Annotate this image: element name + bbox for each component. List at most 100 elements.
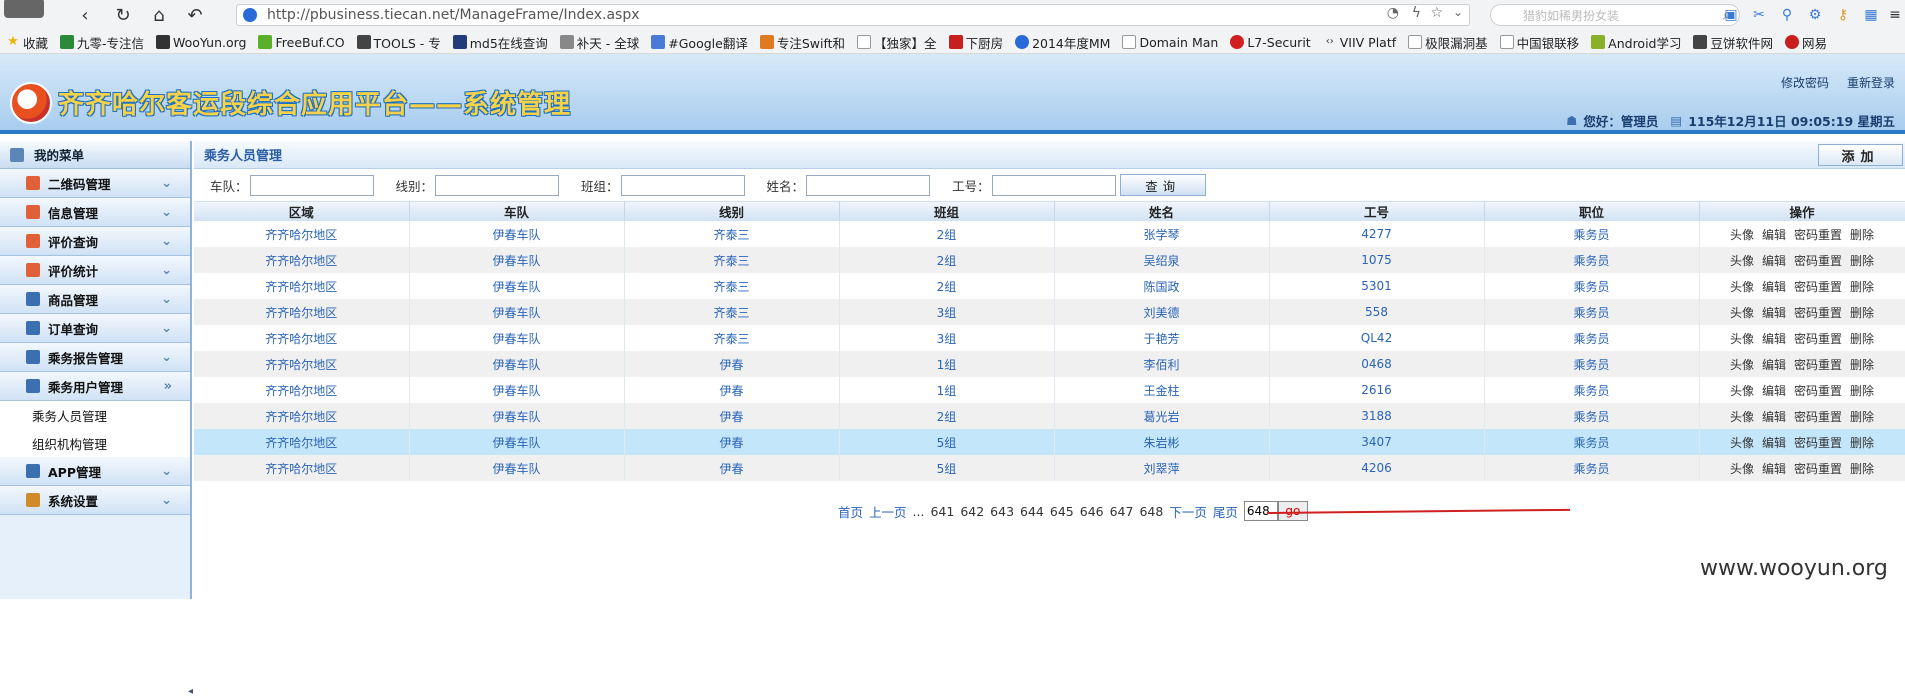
bookmark-item[interactable]: 中国银联移 <box>1499 33 1579 52</box>
page-link[interactable]: 644 <box>1020 504 1044 519</box>
sidebar-item-settings[interactable]: 系统设置 ⌄ <box>0 486 190 515</box>
star-icon[interactable]: ☆ <box>1430 5 1443 21</box>
delete-link[interactable]: 删除 <box>1850 384 1874 398</box>
reset-password-link[interactable]: 密码重置 <box>1794 436 1842 450</box>
key-icon[interactable]: ⚷ <box>1832 4 1854 26</box>
add-button[interactable]: 添加 <box>1818 144 1903 166</box>
edit-link[interactable]: 编辑 <box>1762 228 1786 242</box>
page-link[interactable]: 646 <box>1080 504 1104 519</box>
relogin-link[interactable]: 重新登录 <box>1847 74 1895 91</box>
name-input[interactable] <box>806 174 931 196</box>
sidebar-item-crew-report[interactable]: 乘务报告管理 ⌄ <box>0 343 190 372</box>
page-link[interactable]: 642 <box>960 504 984 519</box>
sidebar-item-app[interactable]: APP管理 ⌄ <box>0 457 190 486</box>
line-input[interactable] <box>435 174 560 196</box>
translate-icon[interactable]: ⚲ <box>1776 4 1798 26</box>
reset-password-link[interactable]: 密码重置 <box>1794 358 1842 372</box>
bookmark-item[interactable]: WooYun.org <box>156 35 246 50</box>
sidebar-subitem-crew-staff[interactable]: 乘务人员管理 <box>0 401 190 429</box>
page-link[interactable]: 647 <box>1110 504 1134 519</box>
menu-icon[interactable]: ≡ <box>1884 4 1905 26</box>
bookmark-item[interactable]: ★ 收藏 <box>6 33 48 52</box>
edit-link[interactable]: 编辑 <box>1762 410 1786 424</box>
page-link[interactable]: 645 <box>1050 504 1074 519</box>
grid-icon[interactable]: ▦ <box>1860 4 1882 26</box>
delete-link[interactable]: 删除 <box>1850 228 1874 242</box>
bookmark-item[interactable]: 专注Swift和 <box>759 33 845 52</box>
page-link-current[interactable]: 648 <box>1139 504 1163 519</box>
bookmark-item[interactable]: TOOLS - 专 <box>356 33 441 52</box>
avatar-link[interactable]: 头像 <box>1730 436 1754 450</box>
sidebar-item-eval-query[interactable]: 评价查询 ⌄ <box>0 227 190 256</box>
delete-link[interactable]: 删除 <box>1850 332 1874 346</box>
delete-link[interactable]: 删除 <box>1850 462 1874 476</box>
delete-link[interactable]: 删除 <box>1850 436 1874 450</box>
address-bar[interactable]: http://pbusiness.tiecan.net/ManageFrame/… <box>236 4 1470 26</box>
page-link[interactable]: 641 <box>930 504 954 519</box>
speed-icon[interactable]: ◔ <box>1387 5 1399 21</box>
back-icon[interactable]: ‹ <box>74 4 96 26</box>
reset-password-link[interactable]: 密码重置 <box>1794 384 1842 398</box>
lightning-icon[interactable]: ϟ <box>1412 5 1421 21</box>
sidebar-subitem-org[interactable]: 组织机构管理 <box>0 429 190 457</box>
next-page-link[interactable]: 下一页 <box>1169 502 1207 521</box>
home-icon[interactable]: ⌂ <box>148 4 170 26</box>
bookmark-item[interactable]: 【独家】全 <box>857 33 937 52</box>
bookmark-item[interactable]: Domain Man <box>1122 35 1218 50</box>
group-input[interactable] <box>620 174 745 196</box>
bookmark-item[interactable]: ‹› VIIV Platf <box>1323 35 1396 50</box>
refresh-icon[interactable]: ↻ <box>112 4 134 26</box>
avatar-link[interactable]: 头像 <box>1730 306 1754 320</box>
edit-link[interactable]: 编辑 <box>1762 254 1786 268</box>
bookmark-item[interactable]: 九零-专注信 <box>60 33 144 52</box>
bookmark-item[interactable]: #Google翻译 <box>651 33 748 52</box>
reset-password-link[interactable]: 密码重置 <box>1794 254 1842 268</box>
avatar-link[interactable]: 头像 <box>1730 332 1754 346</box>
query-button[interactable]: 查询 <box>1119 174 1206 196</box>
reset-password-link[interactable]: 密码重置 <box>1794 410 1842 424</box>
tools-icon[interactable]: ⚙ <box>1804 4 1826 26</box>
bookmark-item[interactable]: FreeBuf.CO <box>258 35 345 50</box>
avatar-link[interactable]: 头像 <box>1730 462 1754 476</box>
delete-link[interactable]: 删除 <box>1850 280 1874 294</box>
delete-link[interactable]: 删除 <box>1850 410 1874 424</box>
bookmark-item[interactable]: 网易 <box>1785 33 1827 52</box>
sidebar-item-qrcode[interactable]: 二维码管理 ⌄ <box>0 169 190 198</box>
edit-link[interactable]: 编辑 <box>1762 306 1786 320</box>
edit-link[interactable]: 编辑 <box>1762 280 1786 294</box>
first-page-link[interactable]: 首页 <box>838 502 863 521</box>
bookmark-item[interactable]: Android学习 <box>1591 33 1681 52</box>
extension-icon[interactable]: ▣ <box>1720 4 1742 26</box>
change-password-link[interactable]: 修改密码 <box>1781 74 1829 91</box>
sidebar-item-goods[interactable]: 商品管理 ⌄ <box>0 285 190 314</box>
bookmark-item[interactable]: 极限漏洞基 <box>1408 33 1488 52</box>
prev-page-link[interactable]: 上一页 <box>869 502 907 521</box>
bookmark-item[interactable]: md5在线查询 <box>452 33 548 52</box>
reset-password-link[interactable]: 密码重置 <box>1794 280 1842 294</box>
last-page-link[interactable]: 尾页 <box>1213 502 1238 521</box>
avatar-link[interactable]: 头像 <box>1730 228 1754 242</box>
reset-password-link[interactable]: 密码重置 <box>1794 228 1842 242</box>
browser-search-input[interactable]: 猎豹如稀男扮女装 ⌕ <box>1490 4 1740 26</box>
page-link[interactable]: 643 <box>990 504 1014 519</box>
delete-link[interactable]: 删除 <box>1850 254 1874 268</box>
sidebar-item-info[interactable]: 信息管理 ⌄ <box>0 198 190 227</box>
avatar-link[interactable]: 头像 <box>1730 384 1754 398</box>
bookmark-item[interactable]: 补天 - 全球 <box>559 33 639 52</box>
edit-link[interactable]: 编辑 <box>1762 462 1786 476</box>
sidebar-item-eval-stats[interactable]: 评价统计 ⌄ <box>0 256 190 285</box>
edit-link[interactable]: 编辑 <box>1762 436 1786 450</box>
bookmark-item[interactable]: 下厨房 <box>948 33 1003 52</box>
sidebar-item-orders[interactable]: 订单查询 ⌄ <box>0 314 190 343</box>
collapse-sidebar-icon[interactable]: ◂ <box>188 686 194 698</box>
reset-password-link[interactable]: 密码重置 <box>1794 462 1842 476</box>
team-input[interactable] <box>249 174 374 196</box>
reset-password-link[interactable]: 密码重置 <box>1794 332 1842 346</box>
delete-link[interactable]: 删除 <box>1850 306 1874 320</box>
delete-link[interactable]: 删除 <box>1850 358 1874 372</box>
chevron-down-icon[interactable]: ⌄ <box>1453 5 1463 19</box>
undo-icon[interactable]: ↶ <box>184 4 206 26</box>
avatar-link[interactable]: 头像 <box>1730 358 1754 372</box>
screenshot-icon[interactable]: ✂ <box>1748 4 1770 26</box>
avatar-link[interactable]: 头像 <box>1730 410 1754 424</box>
